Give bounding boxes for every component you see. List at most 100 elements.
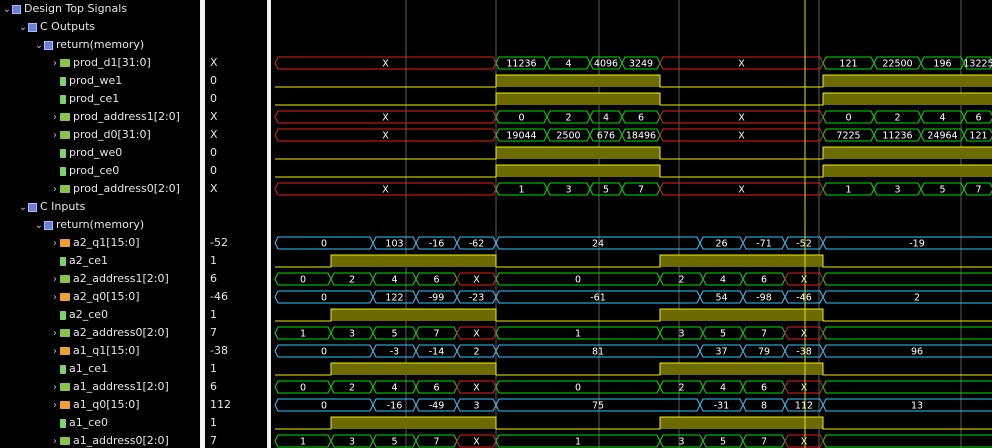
chevron-right-icon[interactable]: › [50,289,60,307]
bus-icon [60,59,70,67]
bus-value-label: X [382,131,389,142]
bus-value-label: X [473,275,480,286]
bit-high-fill [331,255,496,267]
signal-value: -46 [210,290,228,303]
signal-name: a1_address0[2:0] [73,434,169,447]
bus-value-label: 0 [321,293,327,304]
chevron-right-icon[interactable]: › [50,271,60,289]
signal-row[interactable]: prod_we0 [50,144,122,162]
signal-value: 112 [210,398,231,411]
bus-value-label: 121 [839,59,857,70]
bus-value-label: -46 [796,293,812,304]
signal-row[interactable]: › prod_d1[31:0] [50,54,151,72]
bit-icon [60,94,66,104]
bit-high-fill [660,363,823,375]
chevron-right-icon[interactable]: › [50,181,60,199]
bus-segment [822,236,992,250]
waveform-panel[interactable]: X 11236 4 4096 3249 X 121 22500 196 13225 X 0 2 4 6 X 0 2… [271,0,992,448]
chevron-down-icon[interactable]: ⌄ [2,1,12,19]
chevron-right-icon[interactable]: › [50,433,60,448]
bit-high-fill [823,93,992,105]
bus-in-icon [60,239,70,247]
chevron-down-icon[interactable]: ⌄ [18,199,28,217]
bus-value-label: 103 [385,239,403,250]
bus-icon [60,383,70,391]
bus-value-label: 5 [391,437,397,448]
signal-row[interactable]: a2_ce1 [50,252,108,270]
bus-value-label: 0 [321,347,327,358]
bus-value-label: X [801,275,808,286]
bus-value-label: 4 [720,383,726,394]
bus-value-label: 5 [603,185,609,196]
bus-value-label: 4096 [594,59,618,70]
signal-row[interactable]: › a1_q1[15:0] [50,342,140,360]
signal-name: prod_address1[2:0] [73,110,180,123]
chevron-right-icon[interactable]: › [50,127,60,145]
bus-value-label: 22500 [882,59,912,70]
chevron-down-icon[interactable]: ⌄ [34,37,44,55]
bus-value-label: 6 [638,113,644,124]
signal-name: a2_ce0 [69,308,109,321]
signal-row[interactable]: › a1_address1[2:0] [50,378,169,396]
waveform-canvas[interactable]: X 11236 4 4096 3249 X 121 22500 196 13225X 0 2 4 6 X 0 2… [271,0,992,448]
bus-value-label: -19 [909,239,925,250]
bus-value-label: 5 [939,185,945,196]
signal-value: 1 [210,416,217,429]
signal-row[interactable]: › a1_address0[2:0] [50,432,169,448]
bus-value-label: 6 [761,383,767,394]
signal-row[interactable]: ⌄ return(memory) [34,36,144,54]
bus-segment [822,272,992,286]
bus-segment [822,344,992,358]
bus-value-label: 2 [678,383,684,394]
scope-icon [44,220,53,230]
bus-value-label: -62 [469,239,485,250]
bus-value-label: -16 [429,239,445,250]
bus-value-label: 0 [518,113,524,124]
signal-row[interactable]: › prod_address0[2:0] [50,180,180,198]
signal-row[interactable]: ⌄ return(memory) [34,216,144,234]
chevron-right-icon[interactable]: › [50,325,60,343]
signal-row[interactable]: a2_ce0 [50,306,108,324]
chevron-right-icon[interactable]: › [50,379,60,397]
signal-row[interactable]: ⌄ C Outputs [18,18,95,36]
signal-value: 1 [210,362,217,375]
signal-row[interactable]: › a2_q1[15:0] [50,234,140,252]
signal-row[interactable]: prod_ce0 [50,162,119,180]
chevron-right-icon[interactable]: › [50,55,60,73]
signal-row[interactable]: › prod_address1[2:0] [50,108,180,126]
signal-name: a1_q1[15:0] [73,344,140,357]
bus-value-label: 24964 [927,131,957,142]
chevron-right-icon[interactable]: › [50,109,60,127]
signal-name: prod_ce0 [69,164,120,177]
signal-row[interactable]: › a2_address1[2:0] [50,270,169,288]
bus-value-label: 122 [385,293,403,304]
chevron-right-icon[interactable]: › [50,235,60,253]
bus-value-label: X [738,113,745,124]
signal-value: -52 [210,236,228,249]
signal-row[interactable]: › a1_q0[15:0] [50,396,140,414]
signal-name: a2_q1[15:0] [73,236,140,249]
chevron-down-icon[interactable]: ⌄ [34,217,44,235]
bus-value-label: -99 [429,293,445,304]
signal-row[interactable]: › a2_address0[2:0] [50,324,169,342]
signal-row[interactable]: prod_ce1 [50,90,119,108]
bus-value-label: 4 [720,275,726,286]
chevron-right-icon[interactable]: › [50,397,60,415]
signal-row[interactable]: prod_we1 [50,72,122,90]
bit-high-fill [496,165,660,177]
signal-row[interactable]: ⌄ C Inputs [18,198,86,217]
signal-row[interactable]: a1_ce0 [50,414,108,432]
bus-value-label: 7 [761,329,767,340]
signal-row[interactable]: › prod_d0[31:0] [50,126,151,144]
chevron-right-icon[interactable]: › [50,343,60,361]
bus-value-label: 1 [845,185,851,196]
chevron-down-icon[interactable]: ⌄ [18,19,28,37]
bus-value-label: 6 [975,113,981,124]
signal-row[interactable]: a1_ce1 [50,360,108,378]
bus-value-label: 7 [433,329,439,340]
bus-in-icon [60,347,70,355]
signal-row[interactable]: › a2_q0[15:0] [50,288,140,306]
signal-value: 7 [210,434,217,447]
signal-row[interactable]: ⌄ Design Top Signals [2,0,127,18]
bus-value-label: 5 [720,329,726,340]
